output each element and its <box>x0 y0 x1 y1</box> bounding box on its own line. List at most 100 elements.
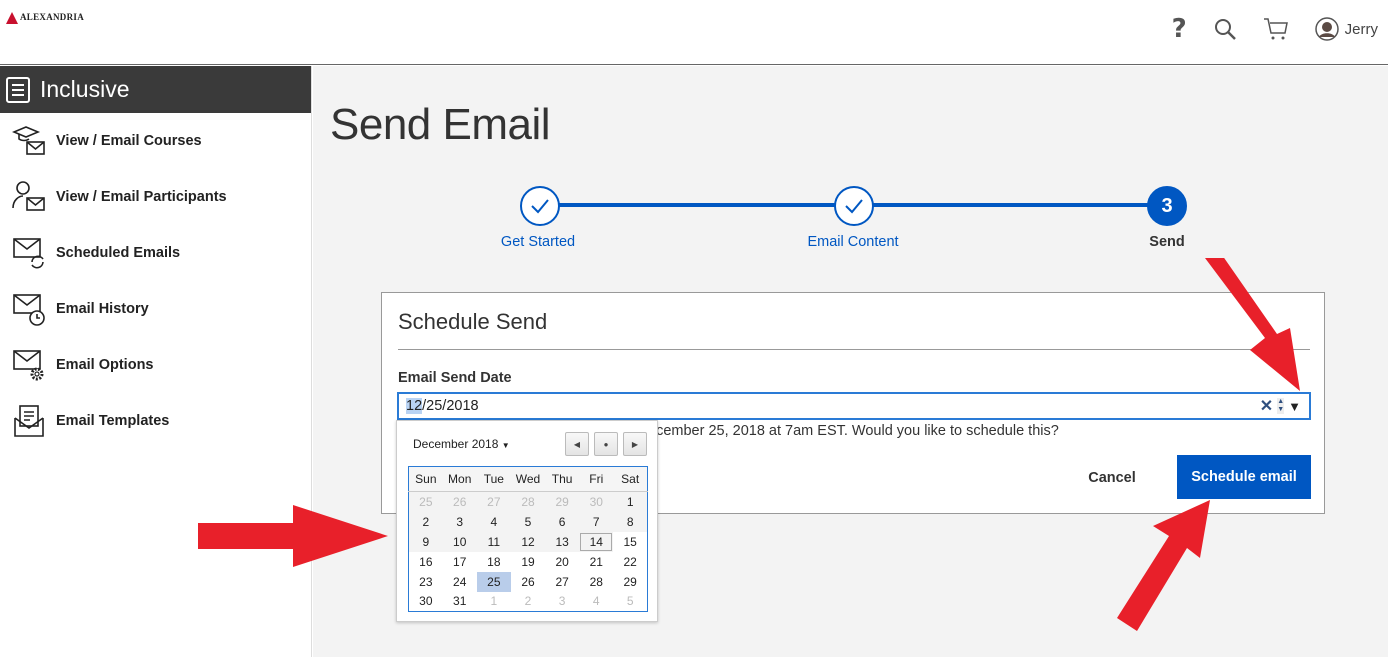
sidebar-item-label: View / Email Courses <box>56 133 202 149</box>
calendar-day[interactable]: 12 <box>510 531 546 552</box>
prev-month-button[interactable]: ◀ <box>565 432 589 456</box>
calendar-day[interactable]: 1 <box>477 592 511 612</box>
search-icon[interactable] <box>1213 17 1237 41</box>
calendar-day[interactable]: 26 <box>442 491 477 512</box>
sidebar-item-label: View / Email Participants <box>56 189 227 205</box>
calendar-day[interactable]: 31 <box>443 592 477 612</box>
calendar-week: 16 17 18 19 20 21 22 <box>409 552 648 572</box>
calendar-day[interactable]: 27 <box>545 572 579 592</box>
annotation-arrow-right <box>198 505 388 567</box>
cart-icon[interactable] <box>1263 17 1289 41</box>
step-get-started[interactable] <box>520 186 560 226</box>
divider <box>398 349 1310 350</box>
calendar-day[interactable]: 29 <box>613 572 647 592</box>
calendar-day[interactable]: 3 <box>442 511 477 532</box>
mail-gear-icon <box>13 350 44 381</box>
calendar-week: 30 31 1 2 3 4 5 <box>409 592 648 612</box>
date-label: Email Send Date <box>398 370 512 386</box>
calendar-day[interactable]: 2 <box>511 592 545 612</box>
cancel-button[interactable]: Cancel <box>1072 457 1152 499</box>
sidebar-item-email-history[interactable]: Email History <box>0 281 311 337</box>
mail-document-icon <box>14 405 44 437</box>
calendar-day[interactable]: 28 <box>579 572 613 592</box>
calendar-day[interactable]: 14 <box>579 531 614 552</box>
spinner-icon[interactable]: ▲ ▼ <box>1277 398 1285 414</box>
calendar-day[interactable]: 4 <box>476 511 511 532</box>
sidebar-item-email-templates[interactable]: Email Templates <box>0 393 311 449</box>
calendar-day[interactable]: 3 <box>545 592 579 612</box>
clear-icon[interactable]: ✕ <box>1260 396 1273 416</box>
calendar-day[interactable]: 23 <box>409 572 443 592</box>
calendar-day[interactable]: 18 <box>477 552 511 572</box>
calendar-day[interactable]: 26 <box>511 572 545 592</box>
calendar-day[interactable]: 9 <box>408 531 443 552</box>
step-label[interactable]: Get Started <box>501 234 575 250</box>
mail-clock-icon <box>13 294 45 326</box>
check-icon <box>531 199 549 214</box>
sidebar-item-email-options[interactable]: Email Options <box>0 337 311 393</box>
calendar-day[interactable]: 19 <box>511 552 545 572</box>
month-selector[interactable]: December 2018 ▼ <box>413 437 510 451</box>
sidebar-title: Inclusive <box>40 76 130 102</box>
sidebar: Inclusive View / Email Courses View / Ema… <box>0 66 312 657</box>
sidebar-item-label: Email Templates <box>56 413 170 429</box>
calendar-day[interactable]: 5 <box>510 511 546 532</box>
today-button[interactable]: ● <box>594 432 618 456</box>
sidebar-item-view-email-courses[interactable]: View / Email Courses <box>0 113 311 169</box>
calendar-day[interactable]: 16 <box>409 552 443 572</box>
college-logo[interactable]: ALEXANDRIA <box>6 12 84 24</box>
schedule-message: ecember 25, 2018 at 7am EST. Would you l… <box>648 423 1059 439</box>
dropdown-arrow-icon[interactable]: ▼ <box>1288 399 1301 414</box>
annotation-arrow-down-right <box>1205 258 1300 391</box>
step-email-content[interactable] <box>834 186 874 226</box>
calendar-day[interactable]: 11 <box>476 531 511 552</box>
sidebar-item-label: Scheduled Emails <box>56 245 181 261</box>
calendar-day[interactable]: 10 <box>442 531 477 552</box>
calendar-day[interactable]: 6 <box>545 511 580 532</box>
step-label[interactable]: Email Content <box>807 234 898 250</box>
calendar-day[interactable]: 1 <box>613 491 648 512</box>
page-title: Send Email <box>330 100 551 149</box>
weekday-header: Fri <box>579 466 614 492</box>
card-title: Schedule Send <box>398 309 548 334</box>
user-menu[interactable]: Jerry <box>1314 17 1378 41</box>
next-month-button[interactable]: ▶ <box>623 432 647 456</box>
calendar-day[interactable]: 17 <box>443 552 477 572</box>
calendar-day[interactable]: 30 <box>409 592 443 612</box>
calendar-day[interactable]: 7 <box>579 511 614 532</box>
sidebar-item-view-email-participants[interactable]: View / Email Participants <box>0 169 311 225</box>
send-date-input[interactable]: 12/25/2018 ✕ ▲ ▼ ▼ <box>397 392 1311 420</box>
calendar-day[interactable]: 22 <box>613 552 647 572</box>
date-picker-popup: December 2018 ▼ ◀ ● ▶ Sun Mon Tue Wed Thu Fri… <box>396 420 658 622</box>
weekday-header: Mon <box>442 466 477 492</box>
calendar-day[interactable]: 24 <box>443 572 477 592</box>
check-icon <box>845 199 863 214</box>
calendar-day[interactable]: 5 <box>613 592 647 612</box>
calendar-day[interactable]: 30 <box>579 491 614 512</box>
calendar-day[interactable]: 25 <box>476 571 511 592</box>
calendar-day[interactable]: 25 <box>408 491 443 512</box>
calendar-day[interactable]: 29 <box>545 491 580 512</box>
mail-refresh-icon <box>13 238 44 269</box>
weekday-header: Wed <box>510 466 546 492</box>
sidebar-item-label: Email History <box>56 301 149 317</box>
calendar-week: 2345678 <box>408 511 648 532</box>
step-send: 3 <box>1147 186 1187 226</box>
calendar-grid: Sun Mon Tue Wed Thu Fri Sat 25 26 27 28 29 30 1 2 3 4 5 6 7… <box>408 466 648 612</box>
help-icon[interactable]: ? <box>1172 14 1187 44</box>
calendar-day[interactable]: 2 <box>408 511 443 532</box>
calendar-day[interactable]: 15 <box>613 531 648 552</box>
calendar-day[interactable]: 27 <box>476 491 511 512</box>
calendar-day[interactable]: 20 <box>545 552 579 572</box>
calendar-day[interactable]: 4 <box>579 592 613 612</box>
calendar-day[interactable]: 13 <box>545 531 580 552</box>
schedule-email-button[interactable]: Schedule email <box>1177 455 1311 499</box>
calendar-day[interactable]: 28 <box>510 491 546 512</box>
weekday-header: Tue <box>476 466 511 492</box>
calendar-day[interactable]: 8 <box>613 511 648 532</box>
graduation-cap-mail-icon <box>12 126 45 155</box>
top-bar: ALEXANDRIA ? Jerry <box>0 0 1388 65</box>
sidebar-item-scheduled-emails[interactable]: Scheduled Emails <box>0 225 311 281</box>
caret-down-icon: ▼ <box>501 441 510 450</box>
calendar-day[interactable]: 21 <box>579 552 613 572</box>
